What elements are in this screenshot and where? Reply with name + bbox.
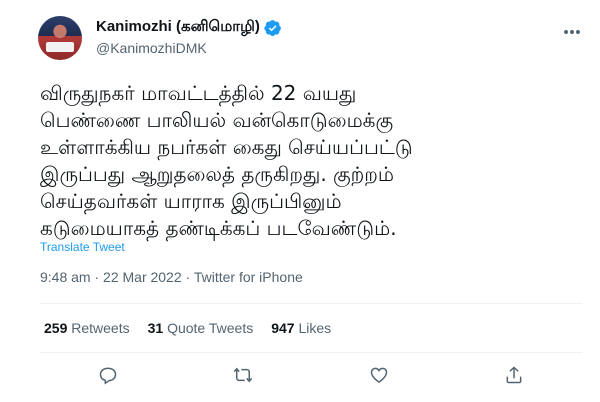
display-name[interactable]: Kanimozhi (கனிமொழி): [96, 18, 260, 37]
likes-label: Likes: [298, 320, 332, 336]
tweet-card: Kanimozhi (கனிமொழி) @KanimozhiDMK விருது…: [0, 0, 600, 402]
divider: [40, 352, 582, 353]
tweet-stats: 259 Retweets 31 Quote Tweets 947 Likes: [44, 320, 331, 336]
more-options-icon[interactable]: [560, 20, 584, 44]
display-name-row: Kanimozhi (கனிமொழி): [96, 18, 282, 37]
quotes-label: Quote Tweets: [167, 320, 254, 336]
retweets-count: 259: [44, 320, 68, 336]
like-icon[interactable]: [367, 363, 391, 387]
retweets-label: Retweets: [71, 320, 130, 336]
avatar-sign: [46, 42, 74, 52]
retweets-stat[interactable]: 259 Retweets: [44, 320, 130, 336]
tweet-text: விருதுநகர் மாவட்டத்தில் 22 வயது பெண்ணை ப…: [40, 81, 413, 240]
share-icon[interactable]: [502, 363, 526, 387]
translate-tweet-link[interactable]: Translate Tweet: [40, 240, 125, 254]
avatar[interactable]: [38, 16, 82, 60]
verified-badge-icon: [264, 19, 282, 37]
tweet-header: Kanimozhi (கனிமொழி) @KanimozhiDMK: [38, 14, 590, 64]
author-info: Kanimozhi (கனிமொழி) @KanimozhiDMK: [96, 18, 282, 56]
quotes-count: 31: [147, 320, 164, 336]
retweet-icon[interactable]: [231, 363, 255, 387]
likes-count: 947: [271, 320, 295, 336]
likes-stat[interactable]: 947 Likes: [271, 320, 331, 336]
handle[interactable]: @KanimozhiDMK: [96, 40, 282, 56]
reply-icon[interactable]: [96, 363, 120, 387]
tweet-meta: 9:48 am · 22 Mar 2022 · Twitter for iPho…: [40, 269, 303, 285]
divider: [40, 303, 582, 304]
tweet-actions: [40, 362, 582, 388]
quotes-stat[interactable]: 31 Quote Tweets: [148, 320, 254, 336]
